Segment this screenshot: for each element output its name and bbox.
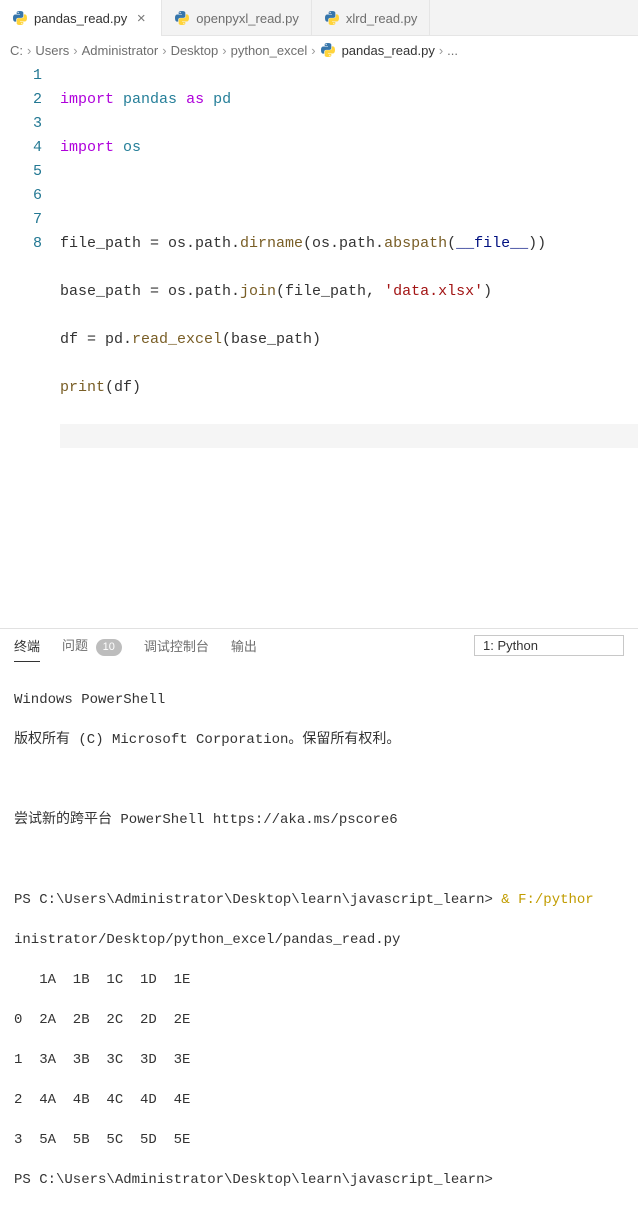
tab-label: openpyxl_read.py	[196, 11, 299, 26]
breadcrumb-part[interactable]: Administrator	[82, 43, 159, 58]
breadcrumb-part[interactable]: python_excel	[231, 43, 308, 58]
tab-label: xlrd_read.py	[346, 11, 418, 26]
chevron-right-icon: ›	[222, 43, 226, 58]
panel-tab-problems[interactable]: 问题 10	[62, 629, 122, 662]
close-icon[interactable]: ×	[133, 10, 149, 27]
panel-tab-debug[interactable]: 调试控制台	[144, 630, 209, 661]
panel-bar: 终端 问题 10 调试控制台 输出 1: Python	[0, 628, 638, 662]
python-icon	[320, 42, 336, 58]
breadcrumb-current[interactable]: pandas_read.py	[320, 42, 435, 58]
python-icon	[12, 10, 28, 26]
chevron-right-icon: ›	[73, 43, 77, 58]
breadcrumb-part[interactable]: C:	[10, 43, 23, 58]
line-gutter: 12 34 56 78	[0, 64, 60, 472]
python-icon	[174, 10, 190, 26]
chevron-right-icon: ›	[162, 43, 166, 58]
chevron-right-icon: ›	[27, 43, 31, 58]
tab-label: pandas_read.py	[34, 11, 127, 26]
breadcrumb-part[interactable]: Desktop	[171, 43, 219, 58]
breadcrumb: C: › Users › Administrator › Desktop › p…	[0, 36, 638, 64]
terminal-selector[interactable]: 1: Python	[474, 635, 624, 656]
terminal-output[interactable]: Windows PowerShell 版权所有 (C) Microsoft Co…	[0, 662, 638, 1230]
breadcrumb-ellipsis[interactable]: ...	[447, 43, 458, 58]
panel-tab-output[interactable]: 输出	[231, 630, 257, 661]
code-content[interactable]: import pandas as pd import os file_path …	[60, 64, 638, 472]
tab-pandas-read[interactable]: pandas_read.py ×	[0, 0, 162, 36]
tab-bar: pandas_read.py × openpyxl_read.py xlrd_r…	[0, 0, 638, 36]
problems-badge: 10	[96, 639, 122, 656]
chevron-right-icon: ›	[311, 43, 315, 58]
python-icon	[324, 10, 340, 26]
panel-tab-terminal[interactable]: 终端	[14, 630, 40, 661]
code-editor[interactable]: 12 34 56 78 import pandas as pd import o…	[0, 64, 638, 478]
breadcrumb-part[interactable]: Users	[35, 43, 69, 58]
chevron-right-icon: ›	[439, 43, 443, 58]
tab-openpyxl-read[interactable]: openpyxl_read.py	[162, 0, 312, 36]
tab-xlrd-read[interactable]: xlrd_read.py	[312, 0, 431, 36]
